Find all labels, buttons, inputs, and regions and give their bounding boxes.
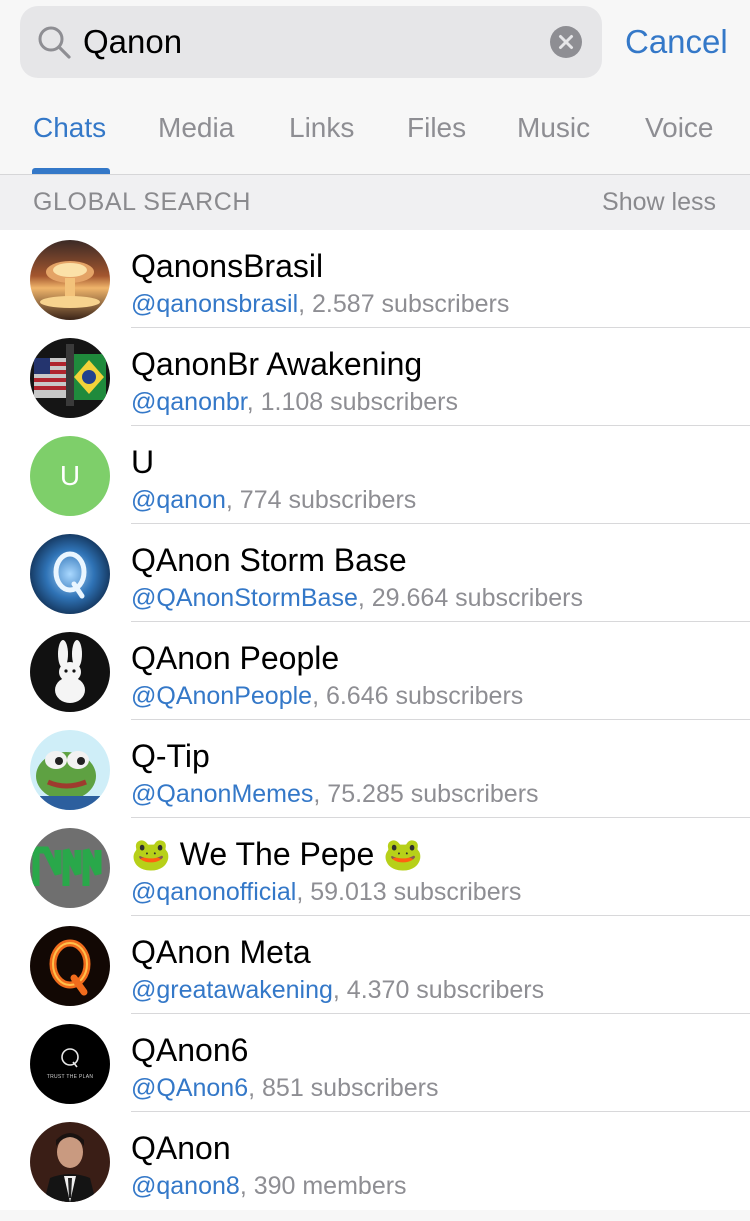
result-row[interactable]: QanonBr Awakening @qanonbr, 1.108 subscr… [0,328,750,426]
chat-title: Q-Tip [131,738,210,774]
chat-title: QAnon6 [131,1032,249,1068]
result-row[interactable]: QAnon @qanon8, 390 members [0,1112,750,1210]
trust-the-plan-icon: TRUST THE PLAN [30,1024,110,1104]
chat-subtitle: @qanonsbrasil, 2.587 subscribers [131,289,509,319]
chat-title: QAnon Storm Base [131,542,407,578]
tab-voice[interactable]: Voice [645,110,714,146]
frog-cartoon-icon [30,730,110,810]
result-row[interactable]: Q-Tip @QanonMemes, 75.285 subscribers [0,720,750,818]
show-less-button[interactable]: Show less [602,175,716,230]
result-row[interactable]: 🐸 We The Pepe 🐸 @qanonofficial, 59.013 s… [0,818,750,916]
qn-logo-icon [30,828,110,908]
result-row[interactable]: QAnon People @QAnonPeople, 6.646 subscri… [0,622,750,720]
man-portrait-icon [30,1122,110,1202]
result-row[interactable]: TRUST THE PLAN QAnon6 @QAnon6, 851 subsc… [0,1014,750,1112]
chat-handle[interactable]: @qanonbr [131,388,247,416]
subscriber-count: , 4.370 subscribers [332,976,545,1004]
subscriber-count: , 2.587 subscribers [298,290,510,318]
tab-chats[interactable]: Chats [33,110,106,146]
subscriber-count: , 6.646 subscribers [312,682,524,710]
chat-handle[interactable]: @QanonMemes [131,780,313,808]
chat-handle[interactable]: @qanonsbrasil [131,290,298,318]
close-icon [559,35,573,49]
chat-title: 🐸 We The Pepe 🐸 [131,836,423,872]
chat-handle[interactable]: @qanon [131,486,226,514]
result-row[interactable]: QAnon Meta @greatawakening, 4.370 subscr… [0,916,750,1014]
avatar-tagline: TRUST THE PLAN [46,1074,94,1080]
chat-handle[interactable]: @QAnon6 [131,1074,248,1102]
flags-figure-icon [30,338,110,418]
global-search-section-header: GLOBAL SEARCH Show less [0,175,750,230]
result-row[interactable]: QAnon Storm Base @QAnonStormBase, 29.664… [0,524,750,622]
tab-music[interactable]: Music [517,110,590,146]
chat-title: QanonsBrasil [131,248,324,284]
subscriber-count: , 851 subscribers [248,1074,439,1102]
subscriber-count: , 59.013 subscribers [296,878,522,906]
search-input[interactable]: Qanon [83,6,182,78]
letter-avatar: U [30,436,110,516]
chat-subtitle: @QanonMemes, 75.285 subscribers [131,779,539,809]
clear-search-button[interactable] [550,26,582,58]
result-row[interactable]: U U @qanon, 774 subscribers [0,426,750,524]
chat-subtitle: @greatawakening, 4.370 subscribers [131,975,544,1005]
chat-handle[interactable]: @QAnonPeople [131,682,312,710]
fire-q-icon [30,926,110,1006]
search-header: Qanon Cancel Chats Media Links Files Mus… [0,0,750,175]
subscriber-count: , 774 subscribers [225,486,417,514]
chat-handle[interactable]: @QAnonStormBase [131,584,358,612]
chat-title: QAnon Meta [131,934,311,970]
tab-files[interactable]: Files [407,110,466,146]
chat-subtitle: @QAnonPeople, 6.646 subscribers [131,681,523,711]
subscriber-count: , 75.285 subscribers [313,780,539,808]
search-icon [38,26,71,59]
subscriber-count: , 1.108 subscribers [246,388,458,416]
chat-title: QAnon People [131,640,340,676]
chat-subtitle: @QAnonStormBase, 29.664 subscribers [131,583,583,613]
chat-handle[interactable]: @qanon8 [131,1172,240,1200]
cancel-button[interactable]: Cancel [625,6,728,78]
section-title: GLOBAL SEARCH [33,188,252,216]
subscriber-count: , 390 members [239,1172,407,1200]
tab-media[interactable]: Media [158,110,234,146]
chat-title: QAnon [131,1130,231,1166]
avatar-letter: U [59,460,81,491]
chat-subtitle: @QAnon6, 851 subscribers [131,1073,439,1103]
tab-links[interactable]: Links [289,110,354,146]
mushroom-cloud-icon [30,240,110,320]
subscriber-count: , 29.664 subscribers [357,584,583,612]
chat-title: U [131,444,155,480]
search-field[interactable]: Qanon [20,6,602,78]
chat-title: QanonBr Awakening [131,346,423,382]
result-row[interactable]: QanonsBrasil @qanonsbrasil, 2.587 subscr… [0,230,750,328]
chat-subtitle: @qanon, 774 subscribers [131,485,416,515]
chat-subtitle: @qanon8, 390 members [131,1171,407,1201]
chat-handle[interactable]: @greatawakening [131,976,333,1004]
results-list: QanonsBrasil @qanonsbrasil, 2.587 subscr… [0,230,750,1210]
chat-handle[interactable]: @qanonofficial [131,878,296,906]
chat-subtitle: @qanonofficial, 59.013 subscribers [131,877,521,907]
white-rabbit-icon [30,632,110,712]
storm-q-icon [30,534,110,614]
chat-subtitle: @qanonbr, 1.108 subscribers [131,387,458,417]
